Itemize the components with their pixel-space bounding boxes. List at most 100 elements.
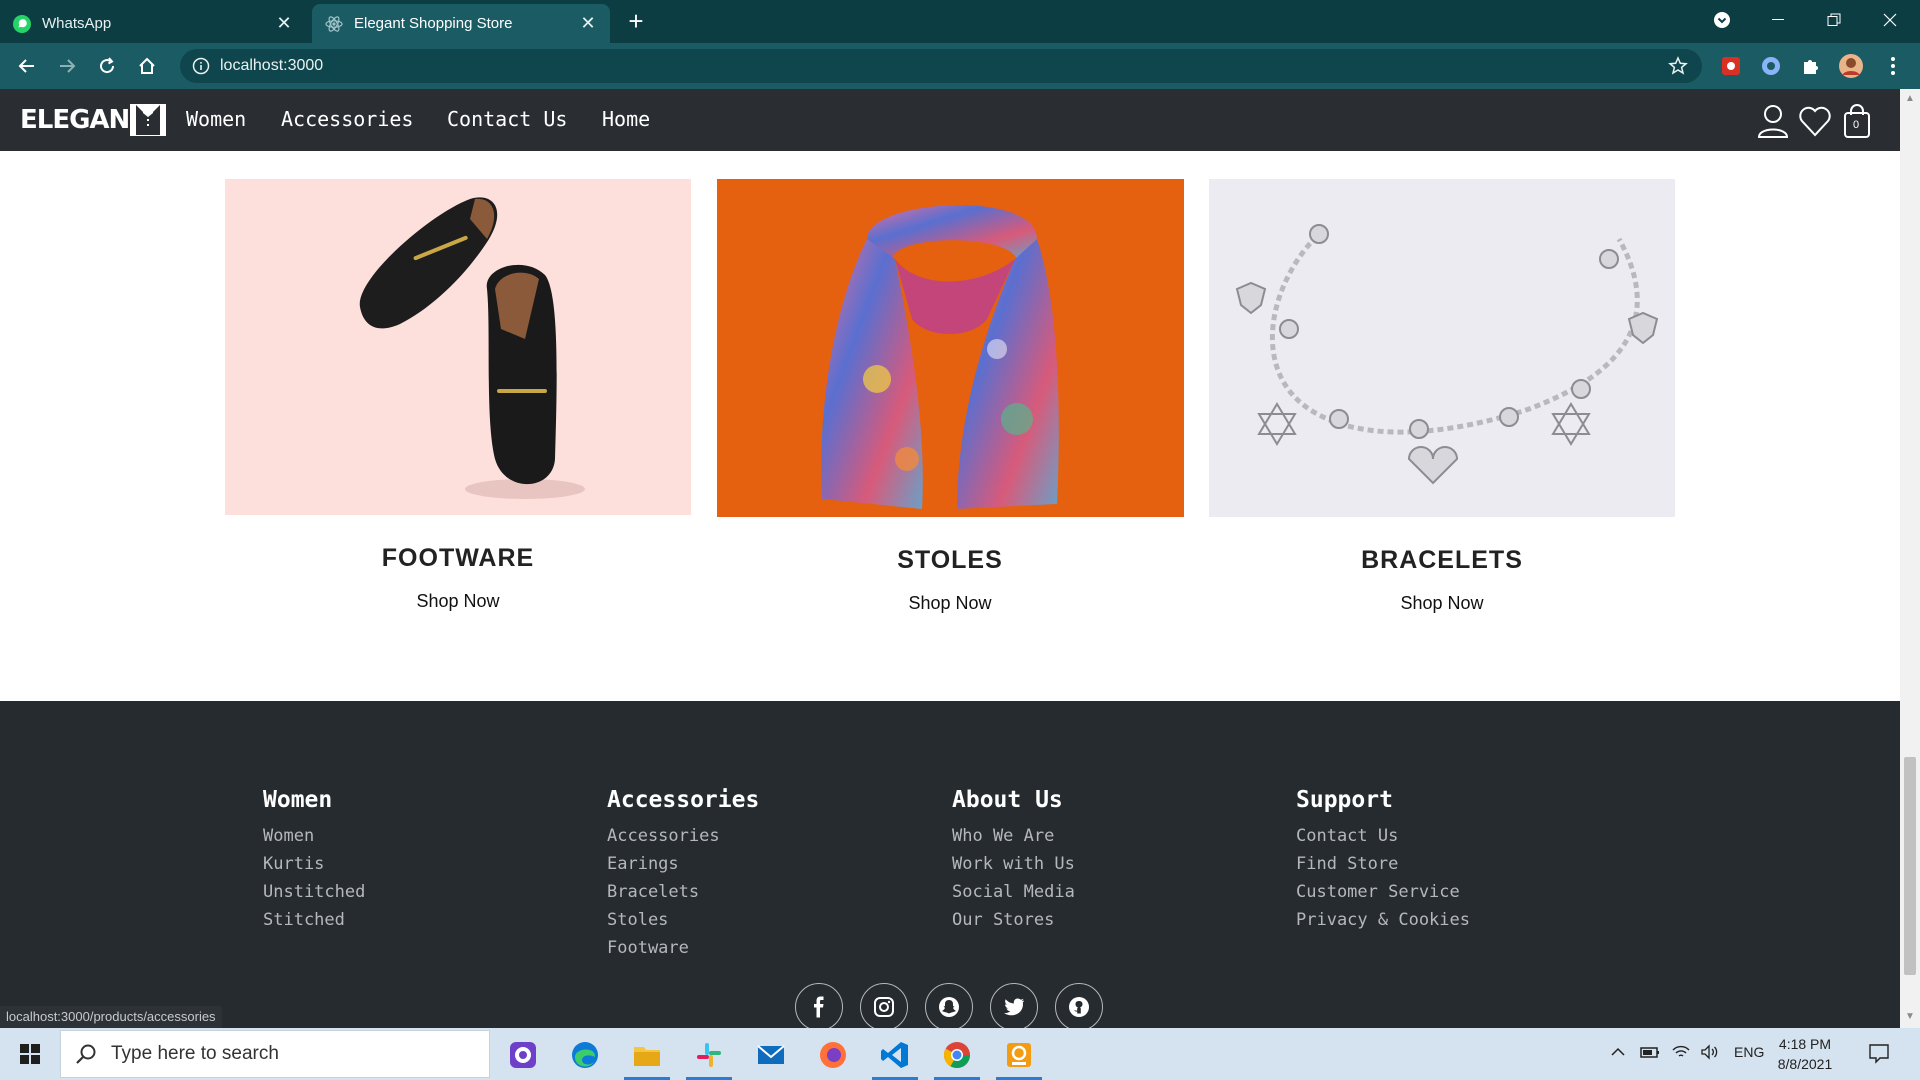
close-window-button[interactable] [1862, 0, 1918, 40]
scroll-thumb[interactable] [1904, 757, 1916, 975]
bookmark-star-icon[interactable] [1668, 56, 1688, 76]
nav-home[interactable]: Home [602, 107, 650, 131]
site-logo[interactable]: ELEGAN [20, 103, 167, 137]
scroll-down-arrow[interactable]: ▼ [1904, 1011, 1916, 1023]
footer-link[interactable]: Our Stores [952, 906, 1075, 934]
tab-whatsapp[interactable]: WhatsApp ✕ [0, 4, 306, 43]
taskbar-firefox[interactable] [804, 1032, 862, 1078]
taskbar-edge[interactable] [556, 1032, 614, 1078]
notification-icon[interactable] [1868, 1042, 1890, 1064]
cart-button[interactable]: 0 [1840, 103, 1874, 139]
taskbar-file-explorer[interactable] [618, 1032, 676, 1080]
chevron-up-icon[interactable] [1610, 1044, 1626, 1060]
menu-dots-icon[interactable] [1880, 53, 1906, 79]
instagram-link[interactable] [860, 983, 908, 1028]
footer-link[interactable]: Stitched [263, 906, 365, 934]
footer-link[interactable]: Privacy & Cookies [1296, 906, 1470, 934]
footer-link[interactable]: Social Media [952, 878, 1075, 906]
taskbar-search-box[interactable]: Type here to search [60, 1030, 490, 1078]
taskbar-pdf-app[interactable] [990, 1032, 1048, 1080]
shop-now-bracelets-link[interactable]: Shop Now [1209, 593, 1675, 614]
stoles-image[interactable] [717, 179, 1184, 517]
footer-heading: Women [263, 787, 333, 813]
folder-icon [634, 1047, 660, 1066]
snapchat-link[interactable] [925, 983, 973, 1028]
extension-icon[interactable] [1758, 53, 1784, 79]
twitter-link[interactable] [990, 983, 1038, 1028]
forward-button[interactable] [52, 51, 82, 81]
twitter-icon [1004, 998, 1024, 1016]
speaker-icon[interactable] [1700, 1044, 1720, 1060]
footer-link[interactable]: Footware [607, 934, 759, 962]
card-title-bracelets: BRACELETS [1361, 546, 1523, 574]
logo-text: ELEGAN [20, 105, 130, 135]
facebook-link[interactable] [795, 983, 843, 1028]
github-link[interactable] [1055, 983, 1103, 1028]
chrome-icon [943, 1042, 971, 1069]
shop-now-footware-link[interactable]: Shop Now [225, 591, 691, 612]
footer-link[interactable]: Bracelets [607, 878, 759, 906]
new-tab-button[interactable]: + [622, 8, 650, 36]
taskbar-chrome[interactable] [928, 1032, 986, 1080]
profile-avatar[interactable] [1838, 53, 1864, 79]
footer-link[interactable]: Work with Us [952, 850, 1075, 878]
site-header: ELEGAN Women Accessories Contact Us Home… [0, 89, 1900, 151]
back-button[interactable] [12, 51, 42, 81]
shop-now-stoles-link[interactable]: Shop Now [717, 593, 1183, 614]
footer-link[interactable]: Customer Service [1296, 878, 1470, 906]
footer-link[interactable]: Contact Us [1296, 822, 1470, 850]
edge-icon [572, 1042, 598, 1068]
tuxedo-icon [130, 104, 167, 136]
user-icon[interactable] [1756, 103, 1790, 139]
tab-search-icon[interactable] [1694, 0, 1750, 40]
footer-link[interactable]: Find Store [1296, 850, 1470, 878]
footer-link[interactable]: Accessories [607, 822, 759, 850]
card-title-stoles: STOLES [897, 546, 1003, 574]
taskbar-slack[interactable] [680, 1032, 738, 1080]
tab-elegant-shopping-store[interactable]: Elegant Shopping Store ✕ [312, 4, 610, 43]
search-icon [76, 1044, 96, 1064]
footer-link[interactable]: Who We Are [952, 822, 1075, 850]
nav-women[interactable]: Women [186, 107, 246, 131]
close-tab-icon[interactable]: ✕ [578, 13, 598, 34]
site-info-icon[interactable] [192, 57, 210, 75]
page-viewport: ELEGAN Women Accessories Contact Us Home… [0, 89, 1900, 1028]
bracelets-image[interactable] [1209, 179, 1675, 517]
clock-date: 8/8/2021 [1777, 1056, 1833, 1072]
vscode-icon [881, 1042, 908, 1068]
footer-heading: Accessories [607, 787, 760, 813]
footer-link[interactable]: Earings [607, 850, 759, 878]
scroll-up-arrow[interactable]: ▲ [1904, 93, 1916, 105]
taskbar-mail[interactable] [742, 1032, 800, 1078]
page-scrollbar[interactable]: ▲ ▼ [1900, 89, 1920, 1028]
restore-button[interactable] [1806, 0, 1862, 40]
close-tab-icon[interactable]: ✕ [274, 13, 294, 34]
battery-icon[interactable] [1640, 1044, 1660, 1060]
clock-time: 4:18 PM [1778, 1036, 1832, 1052]
tab-title: WhatsApp [42, 15, 112, 32]
nav-accessories[interactable]: Accessories [281, 107, 413, 131]
nav-contact-us[interactable]: Contact Us [447, 107, 567, 131]
wifi-icon[interactable] [1672, 1044, 1690, 1060]
system-clock[interactable]: 4:18 PM 8/8/2021 [1770, 1034, 1840, 1074]
footer-column-about-us: About Us Who We Are Work with Us Social … [952, 787, 1075, 934]
home-button[interactable] [132, 51, 162, 81]
address-bar[interactable]: localhost:3000 [180, 49, 1702, 83]
footer-link[interactable]: Unstitched [263, 878, 365, 906]
minimize-button[interactable] [1750, 0, 1806, 40]
start-button[interactable] [0, 1028, 60, 1080]
language-indicator[interactable]: ENG [1734, 1044, 1764, 1060]
puzzle-icon[interactable] [1798, 53, 1824, 79]
extension-icon[interactable] [1718, 53, 1744, 79]
footware-image[interactable] [225, 179, 691, 515]
windows-icon [20, 1044, 40, 1064]
footer-link[interactable]: Women [263, 822, 365, 850]
footer-link[interactable]: Stoles [607, 906, 759, 934]
footer-column-accessories: Accessories Accessories Earings Bracelet… [607, 787, 759, 962]
reload-button[interactable] [92, 51, 122, 81]
heart-icon[interactable] [1798, 103, 1832, 139]
footer-link[interactable]: Kurtis [263, 850, 365, 878]
taskbar-github-desktop[interactable] [494, 1032, 552, 1078]
site-footer: Women Women Kurtis Unstitched Stitched A… [0, 701, 1900, 1028]
taskbar-vscode[interactable] [866, 1032, 924, 1080]
